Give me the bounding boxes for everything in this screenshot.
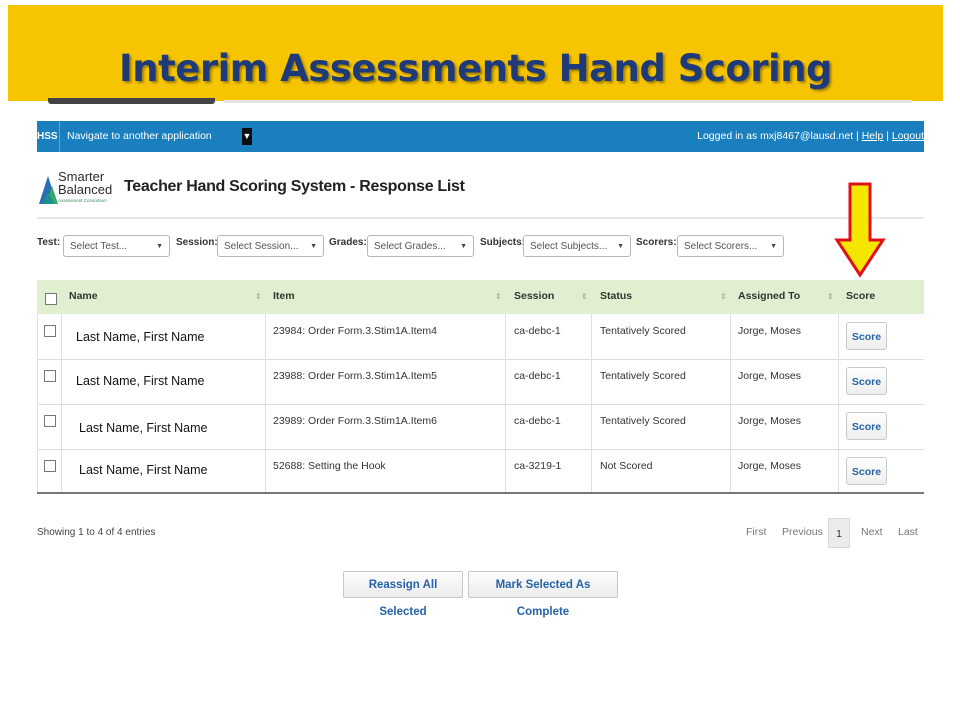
student-name: Last Name, First Name <box>79 421 208 435</box>
column-divider <box>61 314 62 494</box>
logo-text-balanced: Balanced <box>58 182 113 197</box>
subjects-select[interactable]: Select Subjects... ▼ <box>523 235 631 257</box>
mark-selected-complete-button[interactable]: Mark Selected As Complete <box>468 571 618 618</box>
sort-icon[interactable]: ⇕ <box>827 280 834 314</box>
item-cell: 52688: Setting the Hook <box>273 460 386 472</box>
status-cell: Tentatively Scored <box>600 370 686 382</box>
row-checkbox[interactable] <box>44 325 56 337</box>
pagination-first[interactable]: First <box>746 526 766 538</box>
table-border-left <box>37 314 38 494</box>
session-cell: ca-debc-1 <box>514 415 561 427</box>
filter-label-scorers: Scorers: <box>636 237 677 248</box>
entries-info: Showing 1 to 4 of 4 entries <box>37 527 156 538</box>
sort-icon[interactable]: ⇕ <box>495 280 502 314</box>
status-cell: Tentatively Scored <box>600 325 686 337</box>
page-title: Teacher Hand Scoring System - Response L… <box>124 178 465 195</box>
test-select[interactable]: Select Test... ▼ <box>63 235 170 257</box>
banner-underbar <box>48 98 215 104</box>
filter-label-grades: Grades: <box>329 237 367 248</box>
logout-link[interactable]: Logout <box>892 130 924 142</box>
column-header-name[interactable]: Name <box>69 280 98 314</box>
column-divider <box>505 314 506 494</box>
student-name: Last Name, First Name <box>76 374 205 388</box>
session-select-value: Select Session... <box>224 241 299 252</box>
table-row[interactable]: Last Name, First Name 23989: Order Form.… <box>37 404 924 450</box>
navigate-app-menu[interactable]: Navigate to another application <box>67 121 212 152</box>
score-button[interactable]: Score <box>846 412 887 440</box>
scorers-select[interactable]: Select Scorers... ▼ <box>677 235 784 257</box>
table-row[interactable]: Last Name, First Name 52688: Setting the… <box>37 449 924 494</box>
grades-select-value: Select Grades... <box>374 241 446 252</box>
pagination-previous[interactable]: Previous <box>782 526 823 538</box>
item-cell: 23989: Order Form.3.Stim1A.Item6 <box>273 415 437 427</box>
logged-in-text: Logged in as mxj8467@lausd.net | <box>697 130 862 142</box>
status-cell: Not Scored <box>600 460 653 472</box>
link-separator: | <box>883 130 892 142</box>
column-header-item[interactable]: Item <box>273 280 295 314</box>
pagination-current-page[interactable]: 1 <box>828 518 850 548</box>
score-button[interactable]: Score <box>846 322 887 350</box>
help-link[interactable]: Help <box>862 130 884 142</box>
slide-banner: Interim Assessments Hand Scoring <box>8 5 943 101</box>
slide-title: Interim Assessments Hand Scoring <box>118 47 833 90</box>
session-cell: ca-3219-1 <box>514 460 562 472</box>
assigned-to-cell: Jorge, Moses <box>738 460 802 472</box>
logo-text-consortium: Assessment Consortium <box>58 198 107 203</box>
student-name: Last Name, First Name <box>76 330 205 344</box>
sort-icon[interactable]: ⇕ <box>720 280 727 314</box>
column-header-session[interactable]: Session <box>514 280 554 314</box>
score-button[interactable]: Score <box>846 367 887 395</box>
status-cell: Tentatively Scored <box>600 415 686 427</box>
filter-label-session: Session: <box>176 237 218 248</box>
assigned-to-cell: Jorge, Moses <box>738 370 802 382</box>
pagination-next[interactable]: Next <box>861 526 883 538</box>
session-cell: ca-debc-1 <box>514 370 561 382</box>
user-info: Logged in as mxj8467@lausd.net | Help | … <box>697 121 924 152</box>
table-row[interactable]: Last Name, First Name 23984: Order Form.… <box>37 314 924 360</box>
reassign-all-selected-button[interactable]: Reassign All Selected <box>343 571 463 618</box>
test-select-value: Select Test... <box>70 241 128 252</box>
column-divider <box>265 314 266 494</box>
session-select[interactable]: Select Session... ▼ <box>217 235 324 257</box>
scorers-select-value: Select Scorers... <box>684 241 758 252</box>
chevron-down-icon: ▼ <box>156 243 163 250</box>
down-arrow-callout-icon <box>834 182 886 278</box>
app-topbar: HSS Navigate to another application ▼ Lo… <box>37 121 924 152</box>
chevron-down-icon: ▼ <box>770 243 777 250</box>
item-cell: 23988: Order Form.3.Stim1A.Item5 <box>273 370 437 382</box>
grades-select[interactable]: Select Grades... ▼ <box>367 235 474 257</box>
header-divider <box>37 217 924 219</box>
session-cell: ca-debc-1 <box>514 325 561 337</box>
pagination-last[interactable]: Last <box>898 526 918 538</box>
filter-label-subjects: Subjects: <box>480 237 526 248</box>
chevron-down-icon: ▼ <box>310 243 317 250</box>
column-divider <box>838 314 839 494</box>
column-header-status[interactable]: Status <box>600 280 632 314</box>
brand-label: HSS <box>37 121 60 152</box>
sort-icon[interactable]: ⇕ <box>581 280 588 314</box>
student-name: Last Name, First Name <box>79 463 208 477</box>
row-checkbox[interactable] <box>44 415 56 427</box>
sort-icon[interactable]: ⇕ <box>255 280 262 314</box>
table-bottom-border <box>37 492 924 494</box>
item-cell: 23984: Order Form.3.Stim1A.Item4 <box>273 325 437 337</box>
assigned-to-cell: Jorge, Moses <box>738 415 802 427</box>
score-button[interactable]: Score <box>846 457 887 485</box>
table-header: Name ⇕ Item ⇕ Session ⇕ Status ⇕ Assigne… <box>37 280 924 314</box>
column-header-assigned-to[interactable]: Assigned To <box>738 280 800 314</box>
column-header-score: Score <box>846 290 876 302</box>
filter-label-test: Test: <box>37 237 61 248</box>
select-all-checkbox[interactable] <box>45 293 57 305</box>
assigned-to-cell: Jorge, Moses <box>738 325 802 337</box>
chevron-down-icon[interactable]: ▼ <box>242 128 252 145</box>
column-divider <box>591 314 592 494</box>
table-row[interactable]: Last Name, First Name 23988: Order Form.… <box>37 359 924 405</box>
chevron-down-icon: ▼ <box>617 243 624 250</box>
banner-underline <box>224 100 912 103</box>
row-checkbox[interactable] <box>44 460 56 472</box>
subjects-select-value: Select Subjects... <box>530 241 608 252</box>
chevron-down-icon: ▼ <box>460 243 467 250</box>
row-checkbox[interactable] <box>44 370 56 382</box>
column-divider <box>730 314 731 494</box>
